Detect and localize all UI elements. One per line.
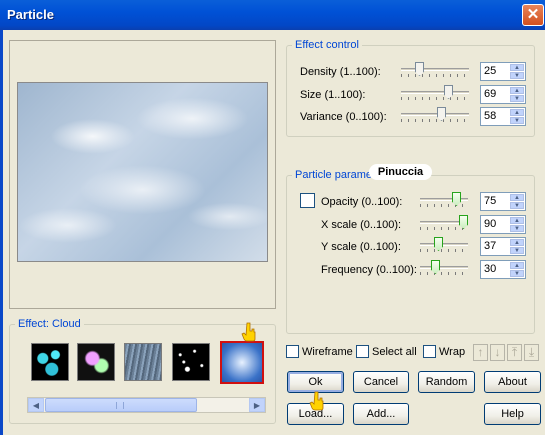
y-scale-label: Y scale (0..100):	[321, 241, 401, 253]
effect-thumb-cloud[interactable]	[220, 341, 264, 384]
opacity-spinner[interactable]: 75 ▲ ▼	[480, 192, 526, 211]
select-all-checkbox[interactable]	[356, 345, 369, 358]
size-slider[interactable]	[401, 85, 469, 103]
scroll-left-icon[interactable]: ◀	[28, 398, 44, 412]
spin-down-icon[interactable]: ▼	[510, 270, 524, 277]
y-scale-slider[interactable]	[420, 237, 468, 255]
move-up-icon[interactable]: ↑	[473, 344, 488, 361]
x-scale-spinner[interactable]: 90 ▲ ▼	[480, 215, 526, 234]
spin-up-icon[interactable]: ▲	[510, 239, 524, 246]
wireframe-label[interactable]: Wireframe	[302, 346, 353, 358]
cancel-button[interactable]: Cancel	[353, 371, 409, 393]
y-scale-spinner[interactable]: 37 ▲ ▼	[480, 237, 526, 256]
title-bar: Particle ✕	[0, 0, 545, 30]
spin-up-icon[interactable]: ▲	[510, 109, 524, 116]
ok-button[interactable]: Ok	[287, 371, 344, 393]
density-label: Density (1..100):	[300, 66, 381, 78]
watermark-label: Pinuccia	[369, 164, 432, 180]
effect-legend: Effect: Cloud	[18, 318, 81, 330]
effect-thumb-rain[interactable]	[124, 343, 162, 381]
scroll-right-icon[interactable]: ▶	[249, 398, 265, 412]
variance-value[interactable]: 58	[484, 110, 496, 122]
density-slider[interactable]	[401, 62, 469, 80]
wrap-label[interactable]: Wrap	[439, 346, 465, 358]
frequency-value[interactable]: 30	[484, 263, 496, 275]
opacity-value[interactable]: 75	[484, 195, 496, 207]
size-value[interactable]: 69	[484, 88, 496, 100]
wireframe-checkbox[interactable]	[286, 345, 299, 358]
effect-control-legend: Effect control	[295, 39, 359, 51]
help-button[interactable]: Help	[484, 403, 541, 425]
random-button[interactable]: Random	[418, 371, 475, 393]
about-button[interactable]: About	[484, 371, 541, 393]
pointing-hand-icon	[309, 391, 324, 411]
y-scale-value[interactable]: 37	[484, 240, 496, 252]
frequency-slider[interactable]	[420, 260, 468, 278]
move-down-icon[interactable]: ↓	[490, 344, 505, 361]
pointing-hand-icon	[241, 322, 256, 342]
spin-up-icon[interactable]: ▲	[510, 262, 524, 269]
x-scale-label: X scale (0..100):	[321, 219, 402, 231]
spin-down-icon[interactable]: ▼	[510, 117, 524, 124]
spin-down-icon[interactable]: ▼	[510, 72, 524, 79]
move-bottom-icon[interactable]: ⤓	[524, 344, 539, 361]
close-icon[interactable]: ✕	[522, 4, 544, 26]
size-spinner[interactable]: 69 ▲ ▼	[480, 85, 526, 104]
spin-up-icon[interactable]: ▲	[510, 87, 524, 94]
variance-slider[interactable]	[401, 107, 469, 125]
x-scale-value[interactable]: 90	[484, 218, 496, 230]
opacity-label: Opacity (0..100):	[321, 196, 403, 208]
spin-down-icon[interactable]: ▼	[510, 202, 524, 209]
variance-label: Variance (0..100):	[300, 111, 387, 123]
size-label: Size (1..100):	[300, 89, 366, 101]
window-title: Particle	[7, 7, 54, 22]
density-value[interactable]: 25	[484, 65, 496, 77]
preview-image	[17, 82, 268, 262]
variance-spinner[interactable]: 58 ▲ ▼	[480, 107, 526, 126]
spin-down-icon[interactable]: ▼	[510, 247, 524, 254]
move-top-icon[interactable]: ⤒	[507, 344, 522, 361]
select-all-label[interactable]: Select all	[372, 346, 417, 358]
spin-up-icon[interactable]: ▲	[510, 194, 524, 201]
x-scale-slider[interactable]	[420, 215, 468, 233]
frequency-spinner[interactable]: 30 ▲ ▼	[480, 260, 526, 279]
effect-thumb-bubbles[interactable]	[31, 343, 69, 381]
spin-down-icon[interactable]: ▼	[510, 225, 524, 232]
spin-up-icon[interactable]: ▲	[510, 217, 524, 224]
effect-thumb-stars[interactable]	[172, 343, 210, 381]
density-spinner[interactable]: 25 ▲ ▼	[480, 62, 526, 81]
opacity-slider[interactable]	[420, 192, 468, 210]
effect-thumb-pastel-bubbles[interactable]	[77, 343, 115, 381]
effects-scrollbar[interactable]: ◀ ▶	[27, 397, 266, 413]
spin-down-icon[interactable]: ▼	[510, 95, 524, 102]
color-checkbox[interactable]	[300, 193, 315, 208]
wrap-checkbox[interactable]	[423, 345, 436, 358]
scroll-thumb[interactable]	[45, 398, 197, 412]
spin-up-icon[interactable]: ▲	[510, 64, 524, 71]
frequency-label: Frequency (0..100):	[321, 264, 417, 276]
add-button[interactable]: Add...	[353, 403, 409, 425]
